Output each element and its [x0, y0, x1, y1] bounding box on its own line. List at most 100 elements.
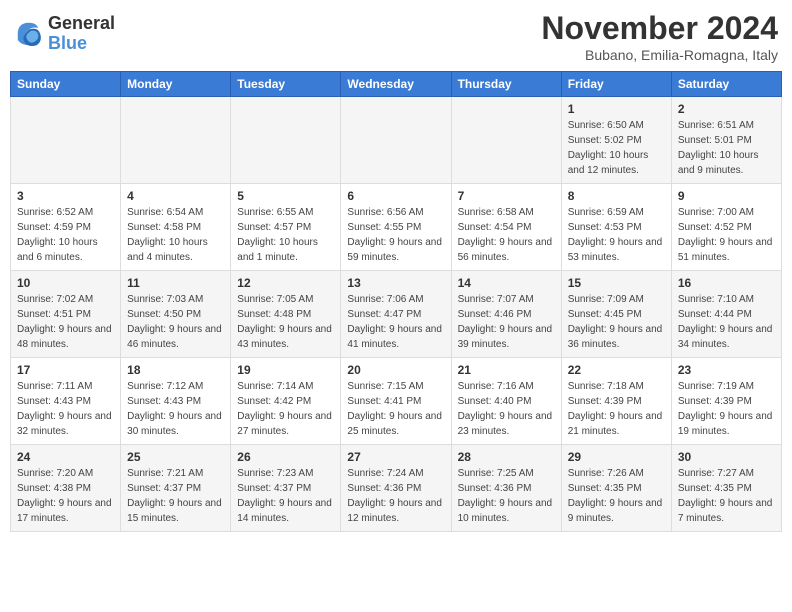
calendar-cell: 9 Sunrise: 7:00 AM Sunset: 4:52 PM Daylig…	[671, 184, 781, 271]
calendar-cell	[231, 97, 341, 184]
calendar-cell	[341, 97, 451, 184]
day-number: 15	[568, 276, 665, 290]
calendar-week-row: 17 Sunrise: 7:11 AM Sunset: 4:43 PM Dayli…	[11, 358, 782, 445]
day-number: 7	[458, 189, 555, 203]
day-number: 9	[678, 189, 775, 203]
col-header-tuesday: Tuesday	[231, 72, 341, 97]
calendar-week-row: 1Sunrise: 6:50 AM Sunset: 5:02 PM Daylig…	[11, 97, 782, 184]
calendar-cell: 10Sunrise: 7:02 AM Sunset: 4:51 PM Dayli…	[11, 271, 121, 358]
calendar-cell: 1Sunrise: 6:50 AM Sunset: 5:02 PM Daylig…	[561, 97, 671, 184]
calendar-cell: 16 Sunrise: 7:10 AM Sunset: 4:44 PM Dayli…	[671, 271, 781, 358]
day-number: 6	[347, 189, 444, 203]
calendar-cell: 2 Sunrise: 6:51 AM Sunset: 5:01 PM Daylig…	[671, 97, 781, 184]
logo-line1: General	[48, 14, 115, 34]
day-info: Sunrise: 6:51 AM Sunset: 5:01 PM Dayligh…	[678, 118, 775, 178]
day-info: Sunrise: 7:26 AM Sunset: 4:35 PM Dayligh…	[568, 466, 665, 526]
day-info: Sunrise: 7:16 AM Sunset: 4:40 PM Dayligh…	[458, 379, 555, 439]
calendar-cell: 21 Sunrise: 7:16 AM Sunset: 4:40 PM Dayli…	[451, 358, 561, 445]
calendar-week-row: 24 Sunrise: 7:20 AM Sunset: 4:38 PM Dayli…	[11, 445, 782, 532]
calendar-cell: 26Sunrise: 7:23 AM Sunset: 4:37 PM Dayli…	[231, 445, 341, 532]
calendar-table: SundayMondayTuesdayWednesdayThursdayFrid…	[10, 71, 782, 532]
calendar-cell: 18Sunrise: 7:12 AM Sunset: 4:43 PM Dayli…	[121, 358, 231, 445]
day-info: Sunrise: 6:55 AM Sunset: 4:57 PM Dayligh…	[237, 205, 334, 265]
calendar-cell: 14 Sunrise: 7:07 AM Sunset: 4:46 PM Dayli…	[451, 271, 561, 358]
logo-line2: Blue	[48, 34, 115, 54]
calendar-cell	[451, 97, 561, 184]
day-number: 3	[17, 189, 114, 203]
day-number: 23	[678, 363, 775, 377]
calendar-week-row: 3 Sunrise: 6:52 AM Sunset: 4:59 PM Daylig…	[11, 184, 782, 271]
day-number: 18	[127, 363, 224, 377]
day-info: Sunrise: 7:09 AM Sunset: 4:45 PM Dayligh…	[568, 292, 665, 352]
day-number: 17	[17, 363, 114, 377]
month-title: November 2024	[541, 10, 778, 47]
day-number: 26	[237, 450, 334, 464]
calendar-cell: 27 Sunrise: 7:24 AM Sunset: 4:36 PM Dayli…	[341, 445, 451, 532]
day-info: Sunrise: 7:19 AM Sunset: 4:39 PM Dayligh…	[678, 379, 775, 439]
day-info: Sunrise: 6:59 AM Sunset: 4:53 PM Dayligh…	[568, 205, 665, 265]
day-number: 11	[127, 276, 224, 290]
calendar-cell: 25Sunrise: 7:21 AM Sunset: 4:37 PM Dayli…	[121, 445, 231, 532]
day-number: 24	[17, 450, 114, 464]
col-header-friday: Friday	[561, 72, 671, 97]
title-block: November 2024 Bubano, Emilia-Romagna, It…	[541, 10, 778, 63]
day-info: Sunrise: 6:50 AM Sunset: 5:02 PM Dayligh…	[568, 118, 665, 178]
day-info: Sunrise: 6:58 AM Sunset: 4:54 PM Dayligh…	[458, 205, 555, 265]
logo: General Blue	[14, 14, 115, 54]
calendar-cell: 29 Sunrise: 7:26 AM Sunset: 4:35 PM Dayli…	[561, 445, 671, 532]
location-subtitle: Bubano, Emilia-Romagna, Italy	[541, 47, 778, 63]
day-number: 29	[568, 450, 665, 464]
day-info: Sunrise: 7:18 AM Sunset: 4:39 PM Dayligh…	[568, 379, 665, 439]
day-number: 19	[237, 363, 334, 377]
page-header: General Blue November 2024 Bubano, Emili…	[10, 10, 782, 63]
day-number: 4	[127, 189, 224, 203]
calendar-cell	[11, 97, 121, 184]
day-number: 2	[678, 102, 775, 116]
day-info: Sunrise: 7:20 AM Sunset: 4:38 PM Dayligh…	[17, 466, 114, 526]
day-number: 25	[127, 450, 224, 464]
day-info: Sunrise: 7:00 AM Sunset: 4:52 PM Dayligh…	[678, 205, 775, 265]
calendar-cell: 5Sunrise: 6:55 AM Sunset: 4:57 PM Daylig…	[231, 184, 341, 271]
calendar-cell: 8 Sunrise: 6:59 AM Sunset: 4:53 PM Daylig…	[561, 184, 671, 271]
day-number: 16	[678, 276, 775, 290]
day-number: 21	[458, 363, 555, 377]
calendar-cell: 3 Sunrise: 6:52 AM Sunset: 4:59 PM Daylig…	[11, 184, 121, 271]
day-info: Sunrise: 7:07 AM Sunset: 4:46 PM Dayligh…	[458, 292, 555, 352]
day-number: 22	[568, 363, 665, 377]
calendar-cell: 11Sunrise: 7:03 AM Sunset: 4:50 PM Dayli…	[121, 271, 231, 358]
calendar-cell: 4Sunrise: 6:54 AM Sunset: 4:58 PM Daylig…	[121, 184, 231, 271]
col-header-saturday: Saturday	[671, 72, 781, 97]
day-info: Sunrise: 6:56 AM Sunset: 4:55 PM Dayligh…	[347, 205, 444, 265]
day-number: 20	[347, 363, 444, 377]
logo-icon	[14, 19, 44, 49]
day-number: 8	[568, 189, 665, 203]
calendar-cell: 20 Sunrise: 7:15 AM Sunset: 4:41 PM Dayli…	[341, 358, 451, 445]
day-number: 14	[458, 276, 555, 290]
calendar-cell: 22 Sunrise: 7:18 AM Sunset: 4:39 PM Dayli…	[561, 358, 671, 445]
logo-text: General Blue	[48, 14, 115, 54]
calendar-cell: 30 Sunrise: 7:27 AM Sunset: 4:35 PM Dayli…	[671, 445, 781, 532]
day-number: 13	[347, 276, 444, 290]
col-header-thursday: Thursday	[451, 72, 561, 97]
day-number: 12	[237, 276, 334, 290]
calendar-cell: 17 Sunrise: 7:11 AM Sunset: 4:43 PM Dayli…	[11, 358, 121, 445]
col-header-wednesday: Wednesday	[341, 72, 451, 97]
calendar-cell: 7 Sunrise: 6:58 AM Sunset: 4:54 PM Daylig…	[451, 184, 561, 271]
day-info: Sunrise: 7:15 AM Sunset: 4:41 PM Dayligh…	[347, 379, 444, 439]
day-number: 30	[678, 450, 775, 464]
day-info: Sunrise: 7:10 AM Sunset: 4:44 PM Dayligh…	[678, 292, 775, 352]
day-number: 27	[347, 450, 444, 464]
calendar-cell: 28 Sunrise: 7:25 AM Sunset: 4:36 PM Dayli…	[451, 445, 561, 532]
calendar-cell: 15 Sunrise: 7:09 AM Sunset: 4:45 PM Dayli…	[561, 271, 671, 358]
day-number: 10	[17, 276, 114, 290]
day-number: 28	[458, 450, 555, 464]
day-info: Sunrise: 7:06 AM Sunset: 4:47 PM Dayligh…	[347, 292, 444, 352]
day-info: Sunrise: 7:27 AM Sunset: 4:35 PM Dayligh…	[678, 466, 775, 526]
day-info: Sunrise: 6:52 AM Sunset: 4:59 PM Dayligh…	[17, 205, 114, 265]
day-info: Sunrise: 7:11 AM Sunset: 4:43 PM Dayligh…	[17, 379, 114, 439]
calendar-cell: 12Sunrise: 7:05 AM Sunset: 4:48 PM Dayli…	[231, 271, 341, 358]
day-info: Sunrise: 7:25 AM Sunset: 4:36 PM Dayligh…	[458, 466, 555, 526]
calendar-cell: 6 Sunrise: 6:56 AM Sunset: 4:55 PM Daylig…	[341, 184, 451, 271]
calendar-cell: 23 Sunrise: 7:19 AM Sunset: 4:39 PM Dayli…	[671, 358, 781, 445]
day-info: Sunrise: 7:24 AM Sunset: 4:36 PM Dayligh…	[347, 466, 444, 526]
